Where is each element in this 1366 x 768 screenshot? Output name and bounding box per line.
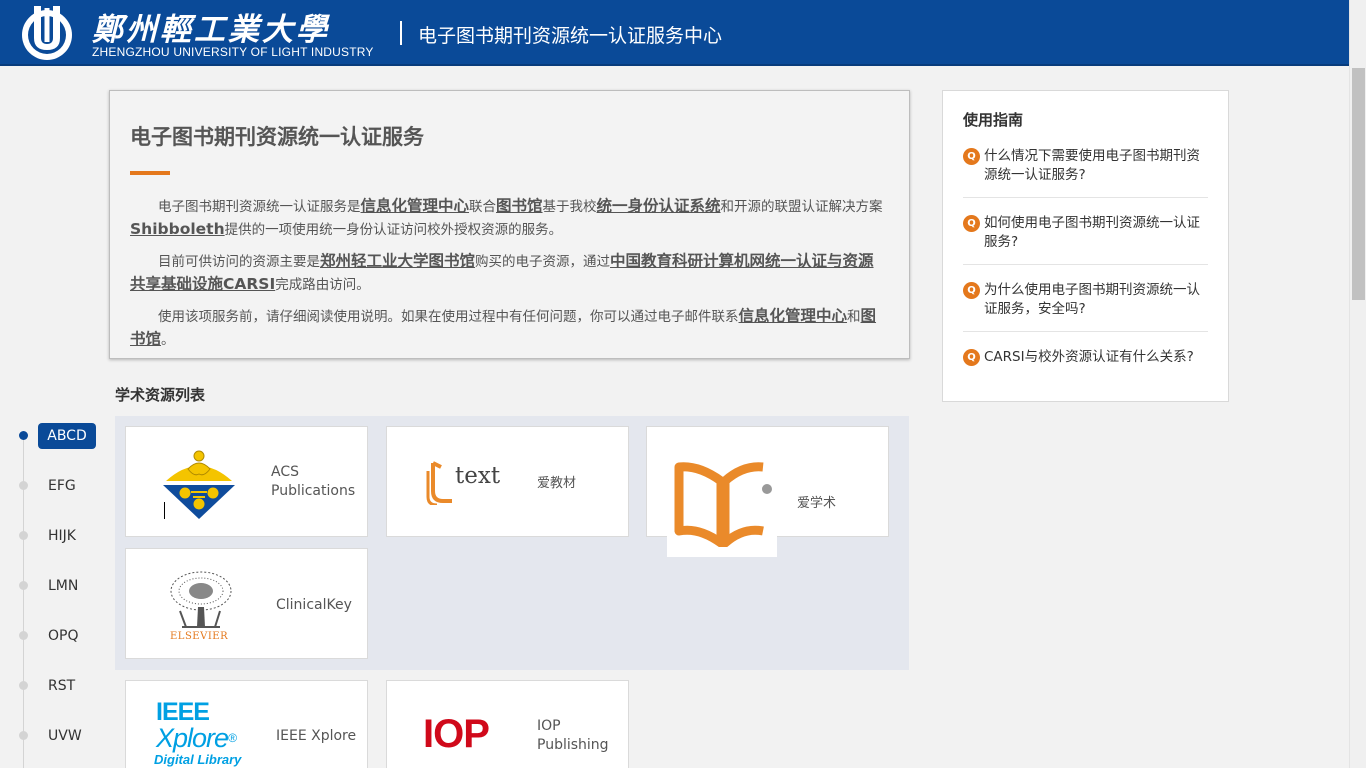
- faq-text[interactable]: CARSI与校外资源认证有什么关系?: [984, 348, 1194, 367]
- university-name-en: ZHENGZHOU UNIVERSITY OF LIGHT INDUSTRY: [92, 45, 374, 59]
- digital-library-text: Digital Library: [154, 752, 242, 767]
- usage-guide-panel: 使用指南 Q 什么情况下需要使用电子图书期刊资源统一认证服务? Q 如何使用电子…: [942, 90, 1229, 402]
- nav-dot: [19, 681, 28, 690]
- resource-name[interactable]: ACS Publications: [271, 463, 355, 501]
- intro-card: 电子图书期刊资源统一认证服务 电子图书期刊资源统一认证服务是信息化管理中心联合图…: [109, 90, 910, 359]
- link-info-center[interactable]: 信息化管理中心: [361, 197, 470, 215]
- link-unified-auth[interactable]: 统一身份认证系统: [597, 197, 721, 215]
- university-name-cn: 鄭州輕工業大學: [92, 12, 330, 48]
- resource-card-acs[interactable]: ACS Publications: [125, 426, 368, 537]
- question-icon: Q: [963, 282, 980, 299]
- resource-name-line2: Publications: [271, 483, 356, 499]
- nav-dot: [19, 731, 28, 740]
- alpha-label[interactable]: OPQ: [38, 623, 88, 649]
- alpha-nav-efg[interactable]: EFG: [0, 473, 105, 499]
- faq-item[interactable]: Q CARSI与校外资源认证有什么关系?: [963, 342, 1208, 379]
- xplore-logo-text: Xplore: [156, 723, 229, 753]
- resource-card-ijiaocai[interactable]: text 爱教材: [386, 426, 629, 537]
- faq-item[interactable]: Q 什么情况下需要使用电子图书期刊资源统一认证服务?: [963, 141, 1208, 198]
- text: 和: [847, 309, 861, 325]
- guide-title: 使用指南: [963, 111, 1024, 129]
- question-icon: Q: [963, 215, 980, 232]
- text: 完成路由访问。: [275, 277, 370, 293]
- text: 基于我校: [542, 199, 597, 215]
- alpha-nav-opq[interactable]: OPQ: [0, 623, 105, 649]
- text: 联合: [469, 199, 497, 215]
- resource-name-line2: Publishing: [537, 737, 609, 753]
- nav-dot: [19, 531, 28, 540]
- question-icon: Q: [963, 148, 980, 165]
- alpha-label[interactable]: RST: [38, 673, 85, 699]
- title-accent-bar: [130, 171, 170, 175]
- scrollbar-thumb[interactable]: [1352, 68, 1365, 300]
- resource-name[interactable]: 爱学术: [797, 494, 836, 513]
- faq-text[interactable]: 什么情况下需要使用电子图书期刊资源统一认证服务?: [984, 147, 1208, 185]
- text: 目前可供访问的资源主要是: [158, 254, 320, 270]
- nav-dot: [19, 481, 28, 490]
- alpha-nav-lmn[interactable]: LMN: [0, 573, 105, 599]
- alpha-nav-uvw[interactable]: UVW: [0, 723, 105, 749]
- resource-name[interactable]: 爱教材: [537, 474, 576, 493]
- alpha-nav-rst[interactable]: RST: [0, 673, 105, 699]
- resource-name-line1: ACS: [271, 464, 299, 480]
- resource-name[interactable]: ClinicalKey: [276, 596, 352, 615]
- text: 电子图书期刊资源统一认证服务是: [158, 199, 361, 215]
- itext-logo-icon: [426, 461, 452, 505]
- university-logo-icon[interactable]: [20, 2, 74, 62]
- header-divider: [400, 21, 402, 45]
- ixueshu-book-icon: [674, 462, 772, 547]
- nav-dot: [19, 431, 28, 440]
- intro-paragraph-2: 目前可供访问的资源主要是郑州轻工业大学图书馆购买的电子资源，通过中国教育科研计算…: [130, 250, 889, 296]
- link-library[interactable]: 图书馆: [496, 197, 543, 215]
- alpha-label[interactable]: LMN: [38, 573, 88, 599]
- resource-list-title: 学术资源列表: [115, 386, 206, 404]
- vertical-scrollbar[interactable]: [1349, 0, 1366, 768]
- alpha-label[interactable]: ABCD: [38, 423, 96, 449]
- faq-item[interactable]: Q 如何使用电子图书期刊资源统一认证服务?: [963, 208, 1208, 265]
- faq-item[interactable]: Q 为什么使用电子图书期刊资源统一认证服务，安全吗?: [963, 275, 1208, 332]
- intro-title: 电子图书期刊资源统一认证服务: [130, 125, 424, 149]
- intro-paragraph-1: 电子图书期刊资源统一认证服务是信息化管理中心联合图书馆基于我校统一身份认证系统和…: [130, 195, 889, 241]
- alpha-nav-abcd[interactable]: ABCD: [0, 423, 105, 449]
- question-icon: Q: [963, 349, 980, 366]
- intro-paragraph-3: 使用该项服务前，请仔细阅读使用说明。如果在使用过程中有任何问题，你可以通过电子邮…: [130, 305, 889, 351]
- elsevier-tree-icon: [170, 571, 232, 628]
- alpha-label[interactable]: UVW: [38, 723, 92, 749]
- resource-card-ixueshu[interactable]: 爱学术: [646, 426, 889, 557]
- alpha-nav-hijk[interactable]: HIJK: [0, 523, 105, 549]
- link-shibboleth[interactable]: Shibboleth: [130, 220, 225, 238]
- itext-logo-text: text: [455, 463, 501, 489]
- resource-name-line1: IOP: [537, 718, 561, 734]
- resource-card-clinicalkey[interactable]: ELSEVIER ClinicalKey: [125, 548, 368, 659]
- text: 购买的电子资源，通过: [475, 254, 611, 270]
- text-cursor: [164, 502, 165, 519]
- faq-text[interactable]: 为什么使用电子图书期刊资源统一认证服务，安全吗?: [984, 281, 1208, 319]
- xplore-logo: Xplore®: [156, 723, 237, 753]
- nav-dot: [19, 631, 28, 640]
- iop-logo-text: IOP: [423, 712, 490, 756]
- link-info-center-contact[interactable]: 信息化管理中心: [739, 307, 848, 325]
- text: 和开源的联盟认证解决方案: [720, 199, 883, 215]
- ieee-logo-text: IEEE: [156, 698, 210, 726]
- alpha-label[interactable]: HIJK: [38, 523, 86, 549]
- faq-text[interactable]: 如何使用电子图书期刊资源统一认证服务?: [984, 214, 1208, 252]
- elsevier-logo-text: ELSEVIER: [170, 631, 229, 642]
- text: 提供的一项使用统一身份认证访问校外授权资源的服务。: [224, 222, 563, 238]
- text: 。: [161, 332, 175, 348]
- nav-dot: [19, 581, 28, 590]
- resource-card-ieee[interactable]: IEEE Xplore® Digital Library IEEE Xplore: [125, 680, 368, 768]
- header: 鄭州輕工業大學 ZHENGZHOU UNIVERSITY OF LIGHT IN…: [0, 0, 1366, 66]
- resource-card-iop[interactable]: IOP IOP Publishing: [386, 680, 629, 768]
- resource-name[interactable]: IEEE Xplore: [276, 727, 356, 746]
- link-zzuli-library[interactable]: 郑州轻工业大学图书馆: [320, 252, 475, 270]
- alpha-label[interactable]: EFG: [38, 473, 86, 499]
- site-title[interactable]: 电子图书期刊资源统一认证服务中心: [418, 21, 722, 48]
- registered-mark: ®: [228, 731, 237, 745]
- text: 使用该项服务前，请仔细阅读使用说明。如果在使用过程中有任何问题，你可以通过电子邮…: [158, 309, 739, 325]
- acs-logo-icon: [163, 450, 235, 519]
- resource-name[interactable]: IOP Publishing: [537, 717, 609, 755]
